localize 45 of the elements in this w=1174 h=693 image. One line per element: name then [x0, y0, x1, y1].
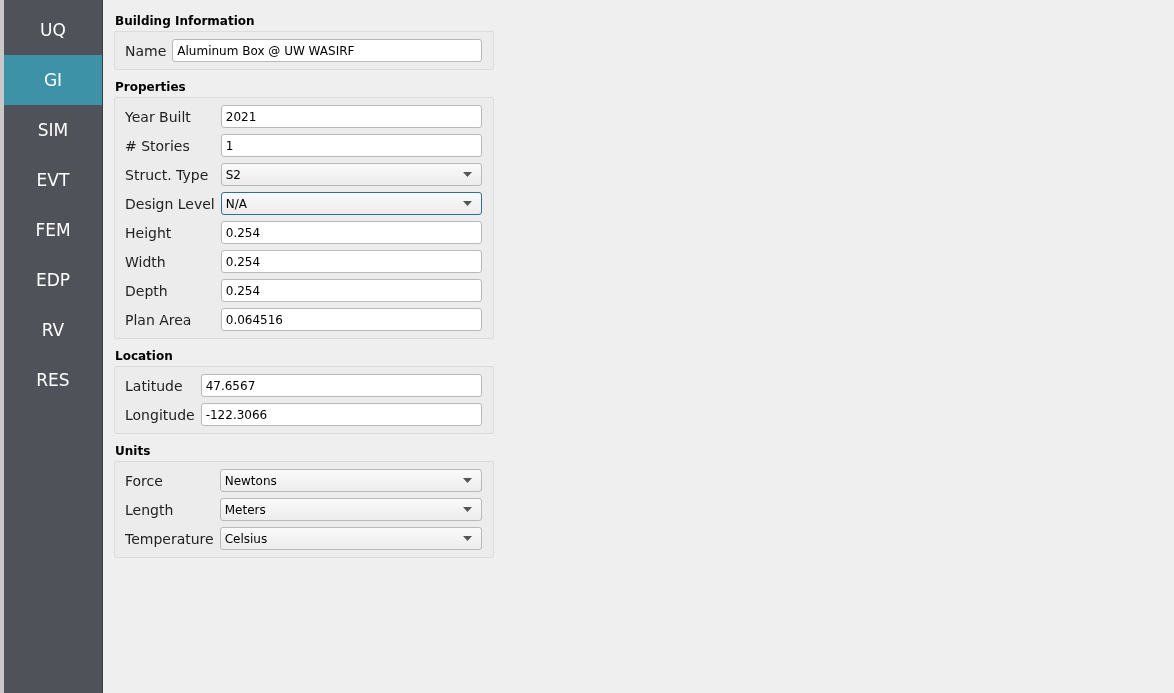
caret-icon: [463, 507, 472, 512]
text-field[interactable]: 0.254: [220, 279, 482, 302]
sidebar-item[interactable]: RES: [4, 355, 102, 405]
dropdown[interactable]: Celsius: [219, 527, 482, 550]
text-field[interactable]: 0.064516: [220, 308, 482, 331]
section-title: Properties: [115, 80, 186, 94]
sidebar-item[interactable]: SIM: [4, 105, 102, 155]
field-label: Temperature: [125, 530, 214, 547]
sidebar-item[interactable]: UQ: [4, 5, 102, 55]
field-label: Height: [125, 224, 173, 241]
field-label: Longitude: [125, 406, 195, 423]
caret-icon: [463, 172, 472, 177]
text-field[interactable]: 2021: [220, 105, 482, 128]
field-label: # Stories: [125, 137, 191, 154]
section-title: Building Information: [115, 14, 255, 28]
field-label: Latitude: [125, 377, 184, 394]
sidebar-item[interactable]: GI: [4, 55, 102, 105]
dropdown[interactable]: Meters: [219, 498, 482, 521]
caret-icon: [463, 201, 472, 206]
dropdown[interactable]: Newtons: [219, 469, 482, 492]
text-field[interactable]: 1: [220, 134, 482, 157]
text-field[interactable]: 0.254: [220, 221, 482, 244]
section-title: Location: [115, 349, 173, 363]
sidebar-item[interactable]: EDP: [4, 255, 102, 305]
field-label: Length: [125, 501, 175, 518]
section-title: Units: [115, 444, 151, 458]
caret-icon: [463, 478, 472, 483]
field-label: Name: [125, 42, 167, 59]
field-label: Width: [125, 253, 167, 270]
text-field[interactable]: 0.254: [220, 250, 482, 273]
dropdown[interactable]: S2: [220, 163, 482, 186]
caret-icon: [463, 536, 472, 541]
sidebar-item[interactable]: RV: [4, 305, 102, 355]
field-label: Plan Area: [125, 311, 193, 328]
text-field[interactable]: 47.6567: [200, 374, 482, 397]
dropdown[interactable]: N/A: [220, 192, 482, 215]
field-label: Struct. Type: [125, 166, 210, 183]
field-label: Design Level: [125, 195, 215, 212]
text-field[interactable]: -122.3066: [200, 403, 482, 426]
field-label: Year Built: [125, 108, 192, 125]
sidebar-item[interactable]: EVT: [4, 155, 102, 205]
field-label: Depth: [125, 282, 169, 299]
text-field[interactable]: Aluminum Box @ UW WASIRF: [172, 39, 482, 62]
sidebar-item[interactable]: FEM: [4, 205, 102, 255]
field-label: Force: [125, 472, 164, 489]
